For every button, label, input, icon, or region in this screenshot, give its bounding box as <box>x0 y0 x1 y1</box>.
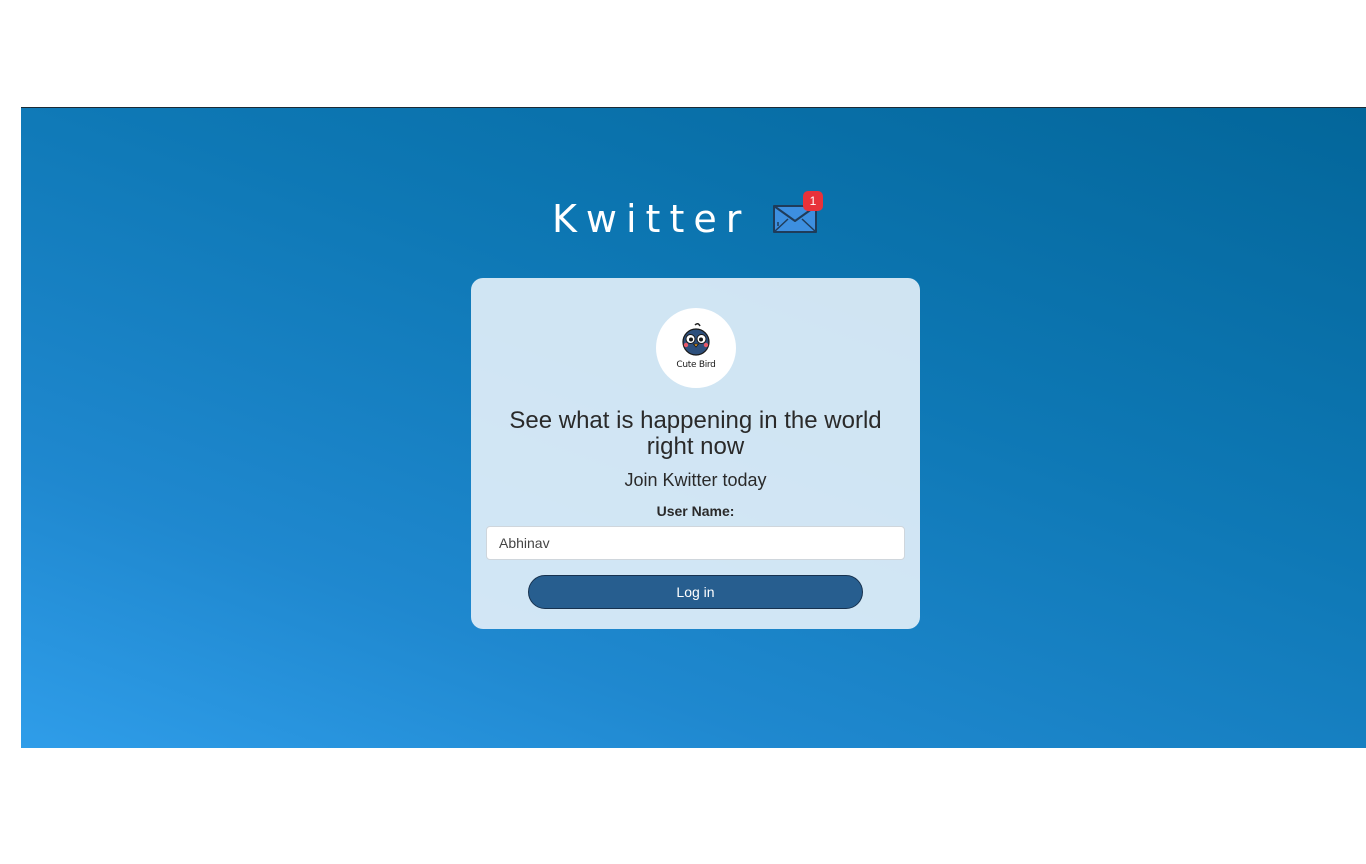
logo: Cute Bird <box>656 308 736 388</box>
username-label: User Name: <box>656 503 735 519</box>
username-input[interactable] <box>486 526 905 560</box>
app-title: Kwitter <box>552 197 751 241</box>
headline: See what is happening in the world right… <box>509 407 882 460</box>
hero-background: Kwitter 1 Cute Bird See what is happenin… <box>21 107 1366 748</box>
logo-caption: Cute Bird <box>676 360 716 370</box>
brand-header: Kwitter 1 <box>21 188 1366 268</box>
login-button[interactable]: Log in <box>528 575 863 609</box>
bird-icon <box>682 322 710 356</box>
login-card: Cute Bird See what is happening in the w… <box>471 278 920 629</box>
subheadline: Join Kwitter today <box>624 470 767 490</box>
notification-badge: 1 <box>803 191 823 211</box>
